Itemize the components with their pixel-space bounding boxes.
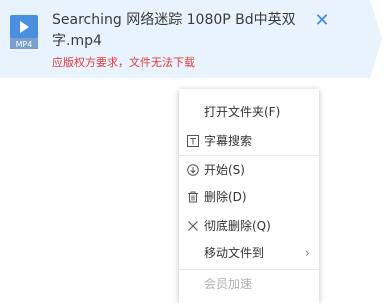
- menu-member-accelerate: 会员加速: [179, 271, 319, 298]
- menu-delete-permanent[interactable]: 彻底删除(Q): [179, 213, 319, 240]
- subtitle-icon: [187, 135, 199, 147]
- download-item-row[interactable]: MP4 Searching 网络迷踪 1080P Bd中英双字.mp4 应版权方…: [0, 0, 370, 78]
- file-type-label: MP4: [16, 40, 33, 49]
- menu-subtitle-search-label: 字幕搜索: [204, 134, 253, 148]
- x-icon: [187, 220, 199, 232]
- menu-open-folder-label: 打开文件夹(F): [204, 105, 281, 119]
- menu-open-folder[interactable]: 打开文件夹(F): [179, 99, 319, 126]
- menu-separator: [179, 155, 319, 156]
- menu-delete-label: 删除(D): [204, 190, 247, 204]
- video-file-icon: MP4: [8, 14, 40, 50]
- menu-start-label: 开始(S): [204, 163, 245, 177]
- start-download-icon: [187, 164, 199, 176]
- menu-separator: [179, 269, 319, 270]
- close-icon[interactable]: ✕: [314, 12, 330, 30]
- chevron-right-icon: ›: [305, 246, 310, 260]
- menu-move-file-to[interactable]: 移动文件到 ›: [179, 240, 319, 267]
- menu-delete[interactable]: 删除(D): [179, 184, 319, 211]
- copyright-warning: 应版权方要求，文件无法下载: [52, 56, 195, 69]
- context-menu: 打开文件夹(F) 字幕搜索 开始(S) 删除(D) 彻底删除(Q) 移动文件到 …: [179, 89, 319, 303]
- row-arrow-tail: [370, 0, 382, 78]
- menu-start[interactable]: 开始(S): [179, 157, 319, 184]
- menu-subtitle-search[interactable]: 字幕搜索: [179, 128, 319, 155]
- trash-icon: [187, 191, 199, 203]
- menu-delete-permanent-label: 彻底删除(Q): [204, 219, 271, 233]
- file-name: Searching 网络迷踪 1080P Bd中英双字.mp4: [52, 12, 296, 49]
- menu-member-accelerate-label: 会员加速: [204, 277, 253, 291]
- menu-move-file-to-label: 移动文件到: [204, 246, 265, 260]
